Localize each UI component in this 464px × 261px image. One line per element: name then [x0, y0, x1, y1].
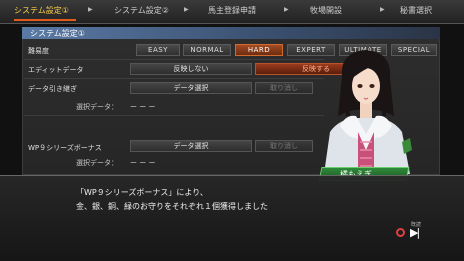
dialog-box[interactable]: [0, 175, 464, 261]
fast-forward-icon[interactable]: ▶|: [410, 226, 420, 239]
dialog-line-2: 金、銀、銅、緑のお守りをそれぞれ１個獲得しました: [76, 202, 268, 211]
wp9-bonus-cancel-button[interactable]: 取り消し: [255, 140, 313, 152]
wp9-bonus-selected-value: ー ー ー: [130, 159, 156, 167]
wp9-bonus-selected-label: 選択データ：: [76, 159, 118, 167]
data-inherit-select-button[interactable]: データ選択: [130, 82, 252, 94]
divider: [24, 78, 324, 79]
secretary-portrait: [324, 50, 412, 174]
wp9-bonus-label: WP９シリーズボーナス: [28, 144, 102, 152]
edit-data-off-button[interactable]: 反映しない: [130, 63, 252, 75]
difficulty-normal-button[interactable]: NORMAL: [183, 44, 231, 56]
arrow-icon: ▶: [380, 6, 385, 13]
difficulty-label: 難易度: [28, 47, 49, 55]
step-secretary-select[interactable]: 秘書選択: [400, 5, 432, 16]
divider: [24, 59, 324, 60]
data-inherit-label: データ引き継ぎ: [28, 85, 77, 93]
data-inherit-cancel-button[interactable]: 取り消し: [255, 82, 313, 94]
data-inherit-selected-label: 選択データ：: [76, 103, 118, 111]
edit-data-label: エディットデータ: [28, 66, 84, 74]
step-owner-registration[interactable]: 馬主登録申請: [208, 5, 256, 16]
data-inherit-selected-value: ー ー ー: [130, 103, 156, 111]
divider: [24, 115, 324, 116]
dialog-line-1: 「WP９シリーズボーナス」により、: [76, 188, 208, 197]
circle-button-icon[interactable]: [396, 228, 405, 237]
wp9-bonus-select-button[interactable]: データ選択: [130, 140, 252, 152]
arrow-icon: ▶: [184, 6, 189, 13]
arrow-icon: ▶: [284, 6, 289, 13]
difficulty-easy-button[interactable]: EASY: [136, 44, 180, 56]
step-system-settings-1[interactable]: システム設定①: [14, 5, 69, 16]
difficulty-hard-button[interactable]: HARD: [235, 44, 283, 56]
step-system-settings-2[interactable]: システム設定②: [114, 5, 169, 16]
section-title: システム設定①: [30, 29, 85, 38]
arrow-icon: ▶: [88, 6, 93, 13]
active-step-underline: [14, 19, 76, 21]
step-ranch-opening[interactable]: 牧場開設: [310, 5, 342, 16]
